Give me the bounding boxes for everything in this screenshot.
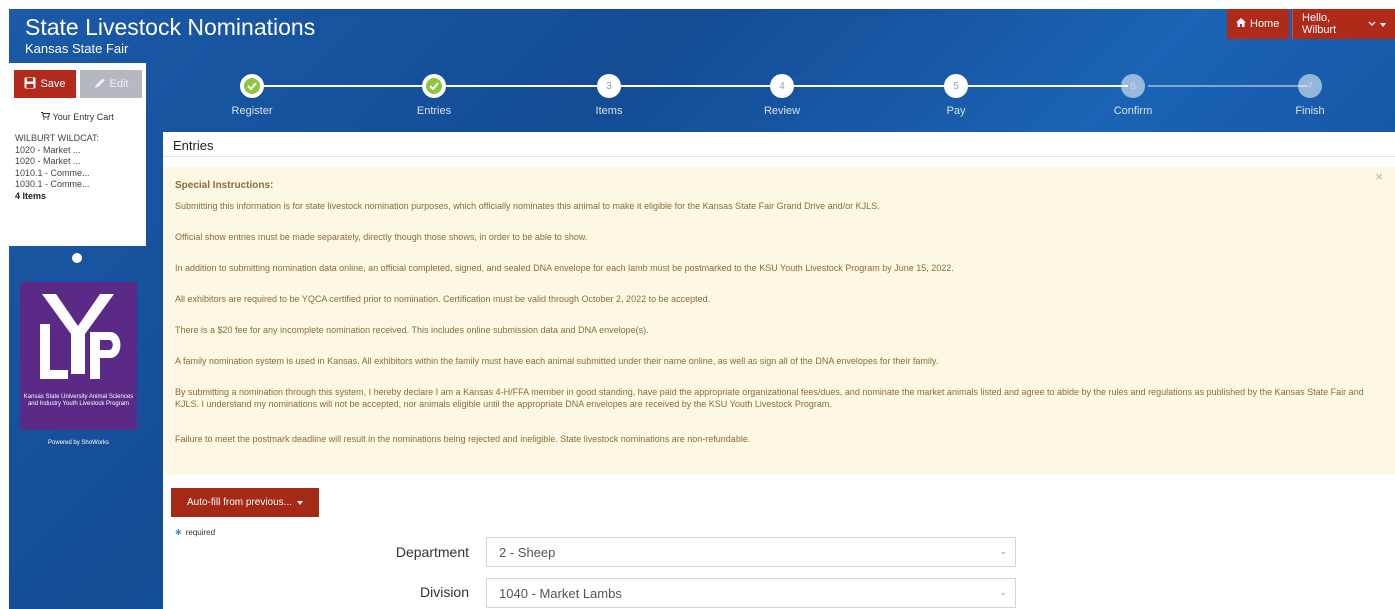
- department-select[interactable]: 2 - Sheep ⌄: [486, 537, 1016, 567]
- step-circle: 6: [1121, 74, 1145, 98]
- cart-item[interactable]: 1020 - Market ...: [15, 145, 99, 157]
- step-label: Finish: [1295, 105, 1325, 117]
- step-register[interactable]: Register: [192, 74, 312, 117]
- sidebar-collapse-toggle[interactable]: [72, 253, 82, 263]
- shopping-cart-icon: [41, 112, 52, 122]
- step-entries[interactable]: Entries: [374, 74, 494, 117]
- asterisk-icon: ✱: [175, 528, 182, 537]
- step-review[interactable]: 4 Review: [722, 74, 842, 117]
- step-pay[interactable]: 5 Pay: [896, 74, 1016, 117]
- division-label: Division: [419, 584, 469, 600]
- step-confirm[interactable]: 6 Confirm: [1073, 74, 1193, 117]
- caret-down-icon: [1380, 18, 1386, 30]
- powered-by: Powered by ShoWorks: [48, 440, 109, 446]
- division-value: 1040 - Market Lambs: [499, 586, 622, 601]
- special-instructions-alert: × Special Instructions: Submitting this …: [163, 167, 1395, 475]
- step-circle: 7: [1298, 74, 1322, 98]
- app-header: State Livestock Nominations Kansas State…: [9, 9, 1395, 63]
- checkmark-icon: [244, 78, 260, 94]
- card-title: Entries: [163, 132, 1395, 157]
- step-label: Review: [763, 105, 801, 117]
- chevron-down-icon: ⌄: [999, 587, 1007, 597]
- instruction-paragraph: There is a $20 fee for any incomplete no…: [175, 325, 649, 335]
- home-icon: [1236, 18, 1246, 30]
- cart-count: 4 Items: [15, 190, 47, 201]
- progress-stepper: Register Entries 3 Items 4 Review 5 Pay …: [164, 74, 1395, 128]
- logo-caption: Kansas State University Animal Sciences …: [23, 394, 134, 407]
- checkmark-icon: [426, 78, 442, 94]
- step-items[interactable]: 3 Items: [549, 74, 669, 117]
- step-label: Entries: [416, 105, 452, 117]
- entry-cart-panel: Save Edit Your Entry Cart WILBURT WILDCA…: [9, 63, 146, 246]
- instruction-paragraph: All exhibitors are required to be YQCA c…: [175, 294, 711, 304]
- cart-list: WILBURT WILDCAT: 1020 - Market ... 1020 …: [15, 133, 99, 202]
- step-circle: 5: [944, 74, 968, 98]
- autofill-label: Auto-fill from previous...: [186, 497, 293, 508]
- instruction-paragraph: In addition to submitting nomination dat…: [175, 263, 954, 273]
- instruction-paragraph: By submitting a nomination through this …: [175, 387, 1364, 409]
- required-note-label: required: [185, 528, 216, 537]
- instruction-paragraph: Official show entries must be made separ…: [175, 232, 588, 242]
- ysp-logo: Kansas State University Animal Sciences …: [20, 282, 137, 430]
- chevron-down-icon: ⌄: [999, 546, 1007, 556]
- department-label: Department: [395, 544, 469, 560]
- cart-title: Your Entry Cart: [9, 112, 146, 122]
- app-subtitle: Kansas State Fair: [25, 41, 129, 56]
- step-circle: [240, 74, 264, 98]
- division-select[interactable]: 1040 - Market Lambs ⌄: [486, 578, 1016, 608]
- instruction-paragraph: A family nomination system is used in Ka…: [175, 356, 939, 366]
- caret-down-icon: [297, 497, 304, 508]
- edit-button[interactable]: Edit: [80, 70, 142, 98]
- user-menu-button[interactable]: Hello, Wilburt: [1292, 9, 1395, 39]
- top-white-strip: [0, 0, 1395, 9]
- cart-item[interactable]: 1020 - Market ...: [15, 156, 99, 168]
- user-menu-label: Hello, Wilburt: [1302, 12, 1337, 36]
- step-label: Register: [231, 105, 273, 117]
- step-finish[interactable]: 7 Finish: [1250, 74, 1370, 117]
- department-value: 2 - Sheep: [499, 545, 556, 560]
- cart-owner: WILBURT WILDCAT:: [15, 133, 100, 143]
- cart-title-label: Your Entry Cart: [52, 112, 114, 122]
- step-label: Pay: [946, 105, 966, 117]
- edit-label: Edit: [109, 78, 129, 90]
- entries-card: Entries × Special Instructions: Submitti…: [163, 132, 1395, 609]
- instructions-heading: Special Instructions:: [175, 180, 274, 191]
- chevron-down-icon: [1368, 18, 1376, 30]
- step-label: Items: [595, 105, 623, 117]
- close-icon[interactable]: ×: [1375, 169, 1383, 184]
- step-label: Confirm: [1113, 105, 1153, 117]
- step-circle: 4: [770, 74, 794, 98]
- cart-item[interactable]: 1010.1 - Comme...: [15, 168, 99, 180]
- save-button[interactable]: Save: [14, 70, 76, 98]
- save-label: Save: [40, 78, 66, 90]
- instruction-paragraph: Failure to meet the postmark deadline wi…: [175, 434, 751, 444]
- instruction-paragraph: Submitting this information is for state…: [175, 201, 880, 211]
- home-button[interactable]: Home: [1227, 9, 1289, 39]
- pencil-icon: [94, 77, 106, 92]
- lyp-logo-letters-icon: [40, 294, 121, 379]
- autofill-dropdown-button[interactable]: Auto-fill from previous...: [171, 488, 319, 517]
- cart-item[interactable]: 1030.1 - Comme...: [15, 179, 99, 191]
- step-circle: [422, 74, 446, 98]
- required-note: ✱ required: [175, 528, 215, 537]
- home-label: Home: [1250, 18, 1280, 30]
- app-title: State Livestock Nominations: [25, 14, 316, 40]
- floppy-disk-icon: [24, 77, 36, 92]
- step-circle: 3: [597, 74, 621, 98]
